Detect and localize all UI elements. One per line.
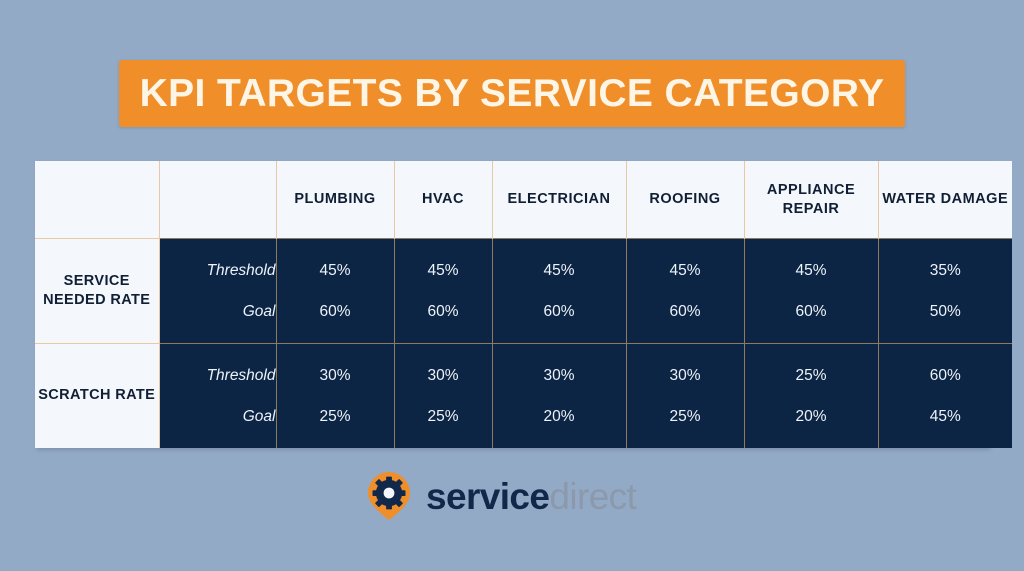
value-cell-service-needed-electrician: 45% 60% — [492, 238, 627, 344]
threshold-value: 30% — [543, 367, 575, 384]
threshold-value: 45% — [795, 262, 827, 279]
row-label-scratch-rate: SCRATCH RATE — [35, 343, 160, 448]
goal-value: 60% — [427, 302, 459, 320]
header-category-appliance-repair: APPLIANCE REPAIR — [744, 161, 879, 239]
header-category-plumbing: PLUMBING — [276, 161, 395, 239]
threshold-value: 30% — [669, 367, 701, 384]
header-category-hvac: HVAC — [394, 161, 493, 239]
threshold-value: 45% — [543, 262, 575, 279]
threshold-value: 45% — [427, 262, 459, 279]
goal-value: 60% — [669, 302, 701, 320]
goal-value: 25% — [427, 407, 459, 425]
goal-value: 60% — [543, 302, 575, 320]
value-cell-scratch-hvac: 30% 25% — [394, 343, 493, 448]
row-label-text: SERVICE NEEDED RATE — [43, 272, 151, 308]
metric-label-cell: Threshold Goal — [159, 343, 277, 448]
goal-value: 60% — [795, 302, 827, 320]
kpi-table-container: PLUMBING HVAC ELECTRICIAN ROOFING APPLIA… — [35, 161, 1012, 448]
value-cell-service-needed-plumbing: 45% 60% — [276, 238, 395, 344]
row-label-service-needed-rate: SERVICE NEEDED RATE — [35, 238, 160, 344]
row-label-text: SCRATCH RATE — [38, 387, 156, 404]
value-cell-scratch-appliance-repair: 25% 20% — [744, 343, 879, 448]
value-cell-service-needed-roofing: 45% 60% — [626, 238, 745, 344]
threshold-value: 35% — [929, 262, 961, 279]
header-category-electrician: ELECTRICIAN — [492, 161, 627, 239]
value-cell-service-needed-appliance-repair: 45% 60% — [744, 238, 879, 344]
metric-label-goal: Goal — [242, 302, 276, 320]
value-cell-service-needed-hvac: 45% 60% — [394, 238, 493, 344]
goal-value: 60% — [319, 302, 351, 320]
goal-value: 25% — [669, 407, 701, 425]
threshold-value: 45% — [319, 262, 351, 279]
metric-label-cell: Threshold Goal — [159, 238, 277, 344]
value-cell-scratch-roofing: 30% 25% — [626, 343, 745, 448]
value-cell-service-needed-water-damage: 35% 50% — [878, 238, 1012, 344]
service-direct-logo: service direct — [366, 471, 637, 521]
value-cell-scratch-water-damage: 60% 45% — [878, 343, 1012, 448]
threshold-value: 45% — [669, 262, 701, 279]
header-category-roofing: ROOFING — [626, 161, 745, 239]
page-title-banner: KPI TARGETS BY SERVICE CATEGORY — [119, 60, 905, 127]
goal-value: 20% — [543, 407, 575, 425]
goal-value: 20% — [795, 407, 827, 425]
header-corner-cell-2 — [159, 161, 277, 239]
value-cell-scratch-plumbing: 30% 25% — [276, 343, 395, 448]
kpi-table: PLUMBING HVAC ELECTRICIAN ROOFING APPLIA… — [35, 161, 1012, 448]
metric-label-threshold: Threshold — [206, 262, 276, 279]
header-corner-cell-1 — [35, 161, 160, 239]
threshold-value: 60% — [929, 367, 961, 384]
threshold-value: 30% — [319, 367, 351, 384]
logo-word-service: service — [426, 475, 550, 517]
threshold-value: 25% — [795, 367, 827, 384]
metric-label-goal: Goal — [242, 407, 276, 425]
table-row: SCRATCH RATE Threshold Goal 30% 25% 30% … — [35, 343, 1012, 448]
goal-value: 45% — [929, 407, 961, 425]
threshold-value: 30% — [427, 367, 459, 384]
goal-value: 50% — [929, 302, 961, 320]
value-cell-scratch-electrician: 30% 20% — [492, 343, 627, 448]
logo-word-direct: direct — [549, 475, 637, 517]
goal-value: 25% — [319, 407, 351, 425]
gear-pin-icon — [366, 471, 412, 521]
metric-label-threshold: Threshold — [206, 367, 276, 384]
header-category-water-damage: WATER DAMAGE — [878, 161, 1012, 239]
logo-wordmark: service direct — [426, 475, 637, 517]
table-header-row: PLUMBING HVAC ELECTRICIAN ROOFING APPLIA… — [35, 161, 1012, 239]
page-title: KPI TARGETS BY SERVICE CATEGORY — [139, 72, 885, 115]
table-row: SERVICE NEEDED RATE Threshold Goal 45% 6… — [35, 238, 1012, 344]
